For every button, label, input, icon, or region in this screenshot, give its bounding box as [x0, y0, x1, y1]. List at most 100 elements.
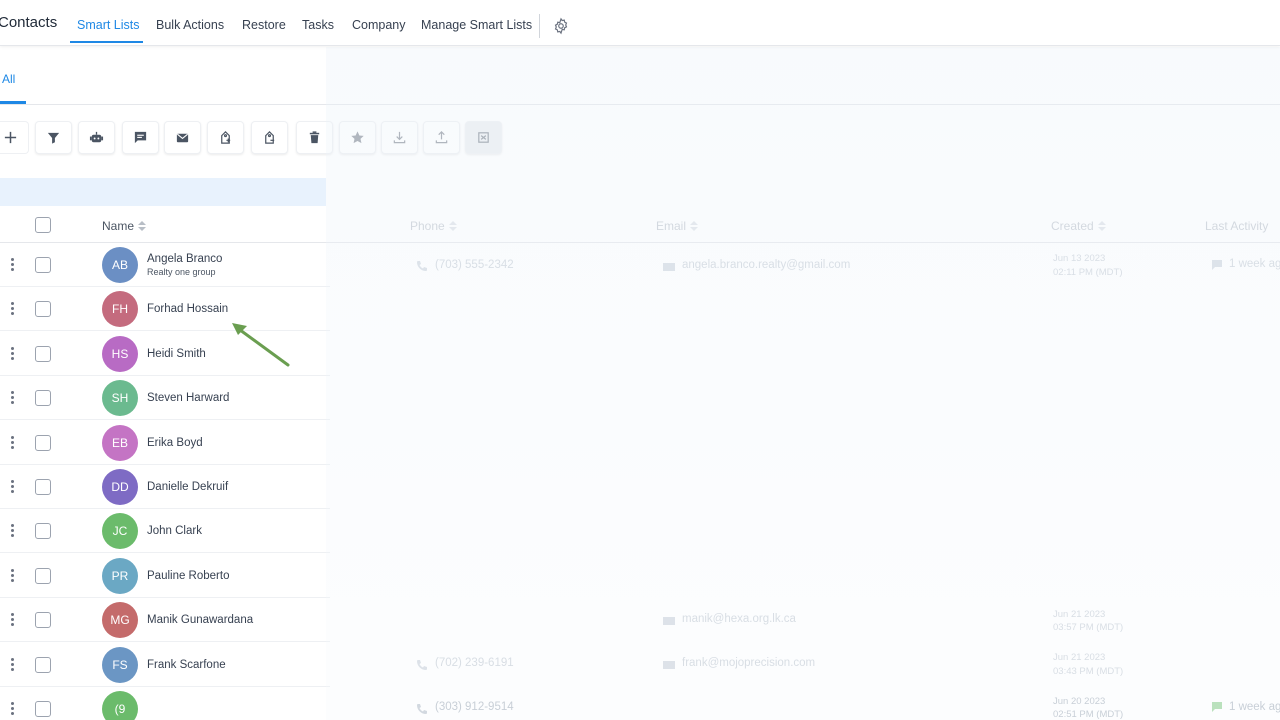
select-all-checkbox[interactable] [35, 217, 51, 233]
created-date: Jun 13 2023 [1053, 253, 1106, 264]
row-checkbox[interactable] [35, 701, 51, 717]
remove-tag-button[interactable] [251, 121, 288, 154]
avatar[interactable]: AB [102, 247, 138, 283]
send-sms-button[interactable] [122, 121, 159, 154]
tab-bulk-actions[interactable]: Bulk Actions [156, 18, 224, 32]
contact-name[interactable]: John Clark [147, 525, 202, 537]
row-actions-icon[interactable] [11, 657, 15, 672]
contact-name[interactable]: Erika Boyd [147, 437, 203, 449]
row-actions-icon[interactable] [11, 391, 15, 405]
message-icon [1212, 260, 1222, 270]
row-actions-icon[interactable] [11, 702, 15, 716]
avatar[interactable]: FS [102, 646, 138, 683]
filter-button[interactable] [35, 121, 72, 154]
robot-icon [89, 131, 104, 143]
star-icon [351, 131, 364, 144]
app-title: Contacts [0, 14, 58, 31]
smart-list-tabs: All [0, 47, 1280, 105]
contact-name[interactable]: Forhad Hossain [147, 303, 228, 315]
top-nav: Contacts Smart Lists Bulk Actions Restor… [0, 0, 1280, 46]
avatar[interactable]: FH [102, 291, 138, 328]
row-actions-icon[interactable] [11, 258, 15, 272]
import-button[interactable] [423, 121, 460, 154]
avatar[interactable]: (9 [102, 691, 138, 720]
phone-icon [417, 704, 427, 714]
avatar[interactable]: DD [102, 469, 138, 505]
row-actions-icon[interactable] [11, 346, 15, 361]
tag-add-icon [221, 131, 231, 144]
row-actions-icon[interactable] [11, 302, 15, 316]
row-actions-icon[interactable] [11, 435, 15, 450]
tab-company[interactable]: Company [352, 18, 406, 32]
row-checkbox[interactable] [35, 656, 51, 673]
contact-name[interactable]: Manik Gunawardana [147, 614, 253, 626]
merge-button[interactable] [465, 121, 502, 154]
row-actions-icon[interactable] [11, 524, 15, 538]
upload-icon [435, 131, 448, 144]
download-icon [393, 131, 406, 144]
contact-name[interactable]: Danielle Dekruif [147, 481, 228, 493]
column-name[interactable]: Name [102, 219, 147, 233]
contact-company: Realty one group [147, 267, 216, 277]
add-contact-button[interactable] [0, 121, 29, 154]
created-date: Jun 20 2023 [1053, 696, 1106, 707]
column-phone[interactable]: Phone [410, 219, 457, 233]
tab-smart-lists[interactable]: Smart Lists [77, 18, 140, 32]
review-button[interactable] [339, 121, 376, 154]
gear-icon[interactable] [552, 17, 570, 35]
row-checkbox[interactable] [35, 345, 51, 362]
trash-icon [309, 131, 320, 144]
email-icon [176, 133, 189, 143]
contact-name[interactable]: Frank Scarfone [147, 659, 226, 671]
email-value: angela.branco.realty@gmail.com [682, 259, 851, 271]
table-row[interactable]: PR Pauline Roberto [0, 554, 330, 598]
avatar[interactable]: PR [102, 557, 138, 594]
row-checkbox[interactable] [35, 301, 51, 318]
table-row[interactable]: FS Frank Scarfone [0, 643, 330, 687]
contact-name[interactable]: Pauline Roberto [147, 570, 229, 582]
tab-all[interactable]: All [2, 72, 15, 86]
row-checkbox[interactable] [35, 567, 51, 584]
row-checkbox[interactable] [35, 257, 51, 273]
column-email[interactable]: Email [656, 219, 699, 233]
column-last-activity[interactable]: Last Activity [1205, 219, 1268, 233]
avatar[interactable]: HS [102, 335, 138, 372]
email-icon [663, 617, 675, 625]
contact-name[interactable]: Heidi Smith [147, 348, 206, 360]
delete-button[interactable] [296, 121, 333, 154]
avatar[interactable]: JC [102, 513, 138, 550]
tab-restore[interactable]: Restore [242, 18, 286, 32]
row-checkbox[interactable] [35, 479, 51, 495]
automation-button[interactable] [78, 121, 115, 154]
row-checkbox[interactable] [35, 390, 51, 407]
row-checkbox[interactable] [35, 523, 51, 540]
table-row[interactable]: SH Steven Harward [0, 376, 330, 421]
tab-manage-smart-lists[interactable]: Manage Smart Lists [421, 18, 532, 32]
export-button[interactable] [381, 121, 418, 154]
row-actions-icon[interactable] [11, 480, 15, 494]
avatar[interactable]: SH [102, 380, 138, 417]
email-value: manik@hexa.org.lk.ca [682, 613, 796, 625]
row-checkbox[interactable] [35, 434, 51, 451]
table-row[interactable]: MG Manik Gunawardana [0, 598, 330, 643]
tag-remove-icon [265, 131, 275, 144]
contact-name[interactable]: Steven Harward [147, 392, 229, 404]
send-email-button[interactable] [164, 121, 201, 154]
contact-name[interactable]: Angela Branco [147, 253, 222, 265]
table-row[interactable]: DD Danielle Dekruif [0, 465, 330, 509]
row-checkbox[interactable] [35, 612, 51, 629]
table-row[interactable]: JC John Clark [0, 509, 330, 554]
table-row[interactable]: AB Angela Branco Realty one group [0, 243, 330, 287]
table-row[interactable]: (9 [0, 687, 330, 720]
activity-value: 1 week ago [1229, 258, 1280, 270]
table-row[interactable]: EB Erika Boyd [0, 421, 330, 465]
avatar[interactable]: EB [102, 424, 138, 461]
add-tag-button[interactable] [207, 121, 244, 154]
column-created[interactable]: Created [1051, 219, 1106, 233]
row-actions-icon[interactable] [11, 568, 15, 583]
tab-tasks[interactable]: Tasks [302, 18, 334, 32]
row-actions-icon[interactable] [11, 613, 15, 627]
phone-value: (303) 912-9514 [435, 701, 514, 713]
avatar[interactable]: MG [102, 602, 138, 639]
created-time: 03:57 PM (MDT) [1053, 622, 1124, 633]
